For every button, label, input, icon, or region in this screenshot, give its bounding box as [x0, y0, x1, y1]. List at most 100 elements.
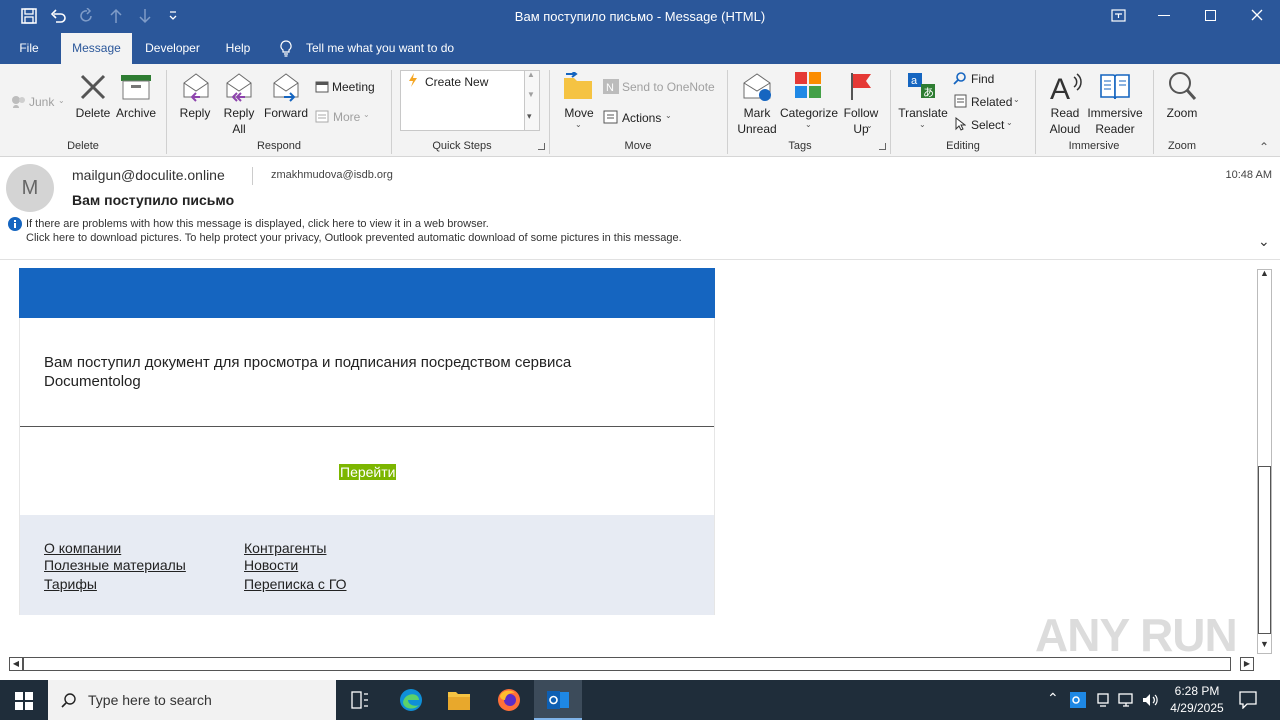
title-bar: Вам поступило письмо - Message (HTML): [0, 0, 1280, 33]
task-view-icon[interactable]: [351, 691, 369, 709]
windows-start-icon[interactable]: [15, 692, 33, 710]
onenote-icon: N: [603, 79, 619, 94]
device-icon[interactable]: [1095, 692, 1111, 708]
clock-time: 6:28 PM: [1174, 684, 1220, 698]
read-aloud-button[interactable]: Read Aloud: [1043, 105, 1087, 137]
outlook-icon: [547, 691, 569, 709]
search-icon: [61, 693, 76, 708]
zoom-icon: [1169, 72, 1197, 100]
related-button[interactable]: Related: [971, 94, 1015, 110]
dialog-launcher-icon[interactable]: [538, 143, 545, 150]
chevron-down-icon: ⌄: [1013, 95, 1020, 104]
mark-unread-button[interactable]: Mark Unread: [734, 105, 780, 137]
info-bar-pictures[interactable]: Click here to download pictures. To help…: [26, 232, 682, 244]
separator: [727, 70, 728, 154]
customize-toolbar-icon[interactable]: [168, 10, 178, 22]
watermark-text: ANY RUN: [1035, 609, 1238, 661]
show-hidden-icons-icon[interactable]: ⌃: [1047, 690, 1059, 707]
footer-link-materials[interactable]: Полезные материалы: [44, 557, 186, 573]
follow-up-button[interactable]: Follow Up: [839, 105, 883, 137]
info-icon: [8, 217, 22, 231]
tab-developer[interactable]: Developer: [139, 33, 206, 64]
junk-button[interactable]: Junk: [29, 94, 59, 110]
expand-header-icon[interactable]: ⌄: [1258, 233, 1270, 250]
volume-icon[interactable]: [1142, 692, 1160, 708]
move-button[interactable]: Move: [559, 105, 599, 121]
tab-file[interactable]: File: [8, 33, 50, 64]
meeting-icon: [315, 81, 329, 93]
scroll-down-arrow-icon[interactable]: ▼: [1260, 639, 1269, 649]
open-document-button[interactable]: Перейти: [339, 464, 397, 480]
zoom-button[interactable]: Zoom: [1160, 105, 1204, 121]
expand-gallery-icon[interactable]: ▾: [527, 111, 532, 122]
tab-message[interactable]: Message: [61, 33, 132, 64]
send-to-onenote-button[interactable]: Send to OneNote: [622, 79, 722, 95]
chevron-down-icon: ⌄: [919, 120, 926, 129]
close-icon[interactable]: [1251, 9, 1263, 21]
restore-button[interactable]: [1205, 10, 1216, 21]
outlook-tray-icon[interactable]: [1070, 692, 1086, 708]
scroll-track[interactable]: [23, 657, 1231, 671]
outlook-taskbar-button[interactable]: [534, 680, 582, 720]
group-label-immersive: Immersive: [1068, 140, 1120, 152]
info-bar-browser[interactable]: If there are problems with how this mess…: [26, 218, 489, 230]
scroll-right-arrow-icon[interactable]: ▶: [1240, 657, 1254, 671]
up-arrow-icon[interactable]: [109, 8, 123, 24]
immersive-reader-button[interactable]: Immersive Reader: [1085, 105, 1145, 137]
footer-link-news[interactable]: Новости: [244, 557, 298, 573]
chevron-down-icon: ⌄: [575, 120, 582, 129]
file-explorer-icon[interactable]: [447, 689, 471, 711]
forward-button[interactable]: Forward: [262, 105, 310, 121]
down-arrow-icon[interactable]: [138, 8, 152, 24]
meeting-button[interactable]: Meeting: [332, 79, 380, 95]
separator: [1035, 70, 1036, 154]
categorize-button[interactable]: Categorize: [779, 105, 839, 121]
delete-button[interactable]: Delete: [72, 105, 114, 121]
reply-all-button[interactable]: Reply All: [218, 105, 260, 137]
network-icon[interactable]: [1118, 692, 1136, 708]
translate-button[interactable]: Translate: [896, 105, 950, 121]
scroll-up-arrow-icon[interactable]: ▲: [1260, 268, 1269, 278]
scroll-down-arrow-icon[interactable]: ▼: [527, 90, 535, 99]
tab-help[interactable]: Help: [218, 33, 258, 64]
sender-address[interactable]: mailgun@doculite.online: [72, 167, 225, 183]
more-button[interactable]: More: [333, 109, 363, 125]
notification-icon[interactable]: [1239, 691, 1257, 709]
create-new-quick-step[interactable]: Create New: [425, 74, 505, 90]
horizontal-scrollbar[interactable]: ◀ ▶: [0, 655, 1280, 680]
reply-button[interactable]: Reply: [174, 105, 216, 121]
scroll-up-arrow-icon[interactable]: ▲: [527, 70, 535, 79]
find-button[interactable]: Find: [971, 71, 1001, 87]
recipient-address[interactable]: zmakhmudova@isdb.org: [271, 169, 393, 181]
footer-link-contractors[interactable]: Контрагенты: [244, 540, 326, 556]
email-text-line-2: Documentolog: [44, 373, 141, 390]
immersive-reader-icon: [1100, 74, 1130, 100]
save-icon[interactable]: [21, 8, 37, 24]
related-icon: [954, 94, 967, 108]
undo-icon[interactable]: [50, 8, 66, 24]
clock[interactable]: 6:28 PM 4/29/2025: [1162, 683, 1232, 717]
group-label-delete: Delete: [67, 140, 99, 152]
edge-icon[interactable]: [399, 688, 423, 712]
svg-text:N: N: [606, 82, 614, 94]
actions-button[interactable]: Actions: [622, 110, 666, 126]
collapse-ribbon-icon[interactable]: ⌃: [1259, 140, 1269, 154]
minimize-button[interactable]: [1158, 15, 1170, 16]
scroll-left-arrow-icon[interactable]: ◀: [9, 657, 23, 671]
taskbar: Type here to search ⌃ 6:28 PM 4/29/2025: [0, 680, 1280, 720]
footer-link-correspondence[interactable]: Переписка с ГО: [244, 576, 347, 592]
footer-link-tariffs[interactable]: Тарифы: [44, 576, 97, 592]
email-container: Вам поступил документ для просмотра и по…: [19, 268, 715, 615]
vertical-scrollbar[interactable]: ▲ ▼: [1257, 268, 1272, 654]
archive-button[interactable]: Archive: [113, 105, 159, 121]
tell-me-search[interactable]: Tell me what you want to do: [306, 33, 466, 64]
footer-link-about[interactable]: О компании: [44, 540, 121, 556]
firefox-icon[interactable]: [497, 688, 521, 712]
dialog-launcher-icon[interactable]: [879, 143, 886, 150]
redo-icon[interactable]: [79, 8, 95, 24]
scroll-thumb[interactable]: [1258, 466, 1271, 634]
ribbon-display-icon[interactable]: [1111, 9, 1126, 22]
junk-icon: [12, 96, 25, 108]
select-button[interactable]: Select: [971, 117, 1011, 133]
taskbar-search[interactable]: Type here to search: [48, 680, 336, 720]
